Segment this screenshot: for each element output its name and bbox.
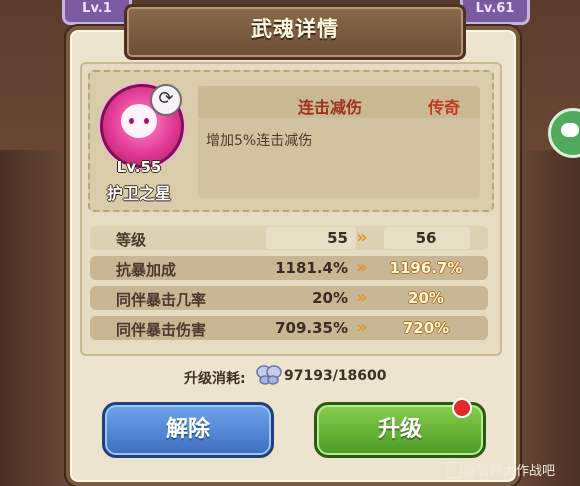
stat-label: 同伴暴击伤害: [116, 321, 207, 339]
notification-dot-icon: [452, 398, 472, 418]
spirit-face-icon: [121, 104, 157, 138]
background-card-right: Lv.61: [460, 0, 530, 25]
chevron-right-icon: »: [356, 317, 368, 338]
butterfly-material-icon: [256, 365, 282, 385]
stat-current: 20%: [312, 289, 348, 307]
rarity-badge: 传奇: [428, 98, 461, 117]
stat-label: 等级: [116, 231, 147, 249]
stat-next: 720%: [402, 319, 450, 337]
background-card-left: Lv.1: [62, 0, 132, 25]
stat-next: 20%: [408, 289, 444, 307]
spirit-level: Lv.55: [116, 158, 162, 176]
swap-icon[interactable]: ⟳: [150, 84, 182, 116]
upgrade-cost-label: 升级消耗:: [184, 371, 246, 387]
background-pillar-left: [0, 150, 70, 486]
stat-current: 709.35%: [275, 319, 348, 337]
upgrade-cost-value: 97193/18600: [284, 368, 387, 384]
skill-description: 增加5%连击减伤: [206, 133, 313, 149]
stat-current: 55: [327, 229, 348, 247]
dismiss-button[interactable]: 解除: [102, 402, 274, 458]
stat-next: 1196.7%: [389, 259, 463, 277]
dialog-title: 武魂详情: [251, 17, 339, 41]
stat-next: 56: [415, 229, 437, 247]
watermark-text: @冒险大作战吧: [464, 464, 556, 479]
stat-current: 1181.4%: [275, 259, 348, 277]
stat-label: 抗暴加成: [116, 261, 177, 279]
background-pillar-right: [510, 150, 580, 486]
chevron-right-icon: »: [356, 227, 368, 248]
chevron-right-icon: »: [356, 287, 368, 308]
spirit-name: 护卫之星: [106, 184, 171, 203]
skill-name: 连击减伤: [298, 98, 363, 117]
chevron-right-icon: »: [356, 257, 368, 278]
stat-label: 同伴暴击几率: [116, 291, 207, 309]
